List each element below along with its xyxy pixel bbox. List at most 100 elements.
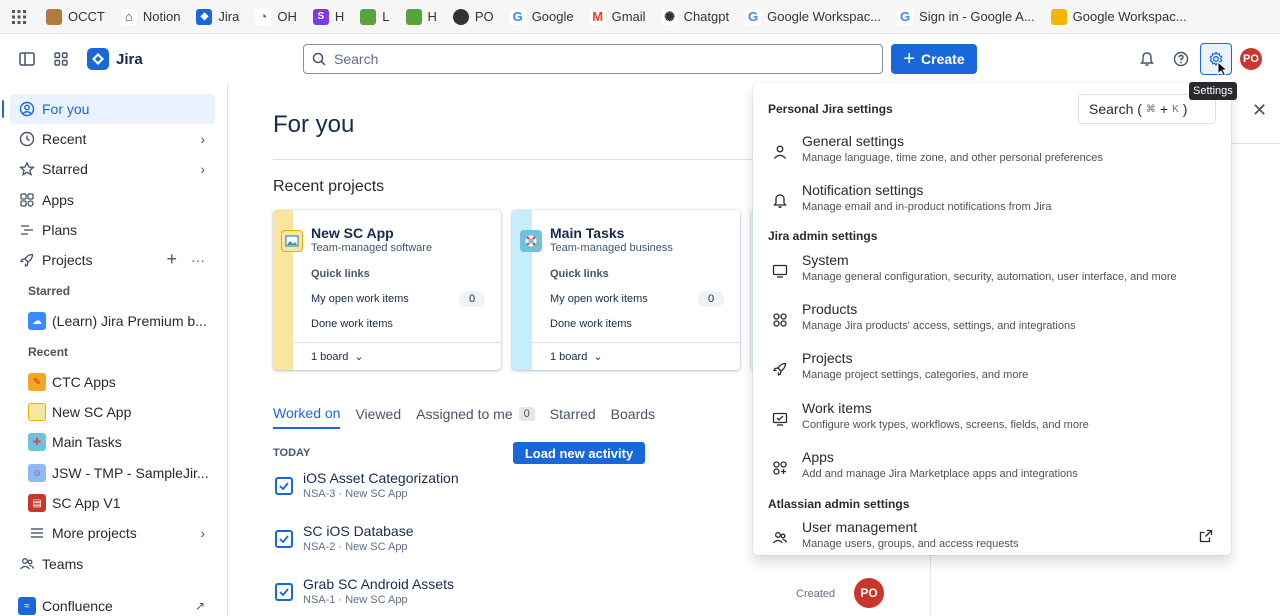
work-item-row[interactable]: Grab SC Android Assets NSA-1 · New SC Ap…: [273, 576, 923, 616]
help-button[interactable]: [1165, 43, 1197, 75]
menu-item-system[interactable]: System Manage general configuration, sec…: [753, 252, 1231, 300]
menu-item-notification-settings[interactable]: Notification settings Manage email and i…: [753, 182, 1231, 230]
tab-starred[interactable]: Starred: [550, 405, 596, 429]
apps-icon: [771, 459, 789, 477]
menu-item-products[interactable]: Products Manage Jira products' access, s…: [753, 301, 1231, 349]
done-work-items-link[interactable]: Done work items: [550, 318, 632, 330]
sidebar-item-for-you[interactable]: For you: [2, 94, 215, 124]
menu-item-title: User management: [802, 519, 918, 535]
sidebar-item-teams[interactable]: Teams: [10, 549, 215, 579]
bookmark-po[interactable]: PO: [452, 8, 494, 25]
menu-item-description: Configure work types, workflows, screens…: [802, 419, 1089, 431]
shopify-icon: [360, 8, 377, 25]
menu-item-description: Add and manage Jira Marketplace apps and…: [802, 468, 1078, 480]
sidebar-item-plans[interactable]: Plans: [10, 215, 215, 245]
sidebar-item-main-tasks[interactable]: ✚ Main Tasks: [20, 427, 215, 457]
google-icon: G: [897, 8, 914, 25]
person-icon: [771, 143, 789, 161]
done-work-items-link[interactable]: Done work items: [311, 318, 393, 330]
gmail-icon: M: [589, 8, 606, 25]
close-icon[interactable]: ✕: [1252, 100, 1267, 121]
apps-grid-icon[interactable]: [10, 8, 28, 26]
my-open-work-items-link[interactable]: My open work items: [550, 293, 648, 305]
sidebar-item-jsw-tmp[interactable]: ☺ JSW - TMP - SampleJir...: [20, 458, 215, 488]
products-icon: [771, 311, 789, 329]
bookmark-l[interactable]: L: [360, 8, 390, 25]
menu-item-description: Manage project settings, categories, and…: [802, 369, 1029, 381]
menu-item-title: System: [802, 252, 849, 268]
menu-item-general-settings[interactable]: General settings Manage language, time z…: [753, 133, 1231, 181]
bookmark-h2[interactable]: H: [405, 8, 437, 25]
work-item-title[interactable]: Grab SC Android Assets: [303, 576, 454, 592]
bookmark-notion[interactable]: ⌂ Notion: [120, 8, 180, 25]
bookmark-occt[interactable]: OCCT: [46, 8, 105, 25]
menu-item-apps[interactable]: Apps Add and manage Jira Marketplace app…: [753, 449, 1231, 497]
home-icon: ⌂: [120, 8, 137, 25]
load-new-activity-button[interactable]: Load new activity: [513, 442, 645, 464]
board-dropdown[interactable]: 1 board ⌄: [293, 342, 501, 370]
sidebar-item-projects[interactable]: Projects + ···: [10, 245, 215, 275]
atlassian-admin-settings-header: Atlassian admin settings: [768, 497, 910, 511]
tab-boards[interactable]: Boards: [611, 405, 655, 429]
search-input[interactable]: Search: [303, 44, 883, 74]
sidebar-toggle-icon[interactable]: [11, 43, 43, 75]
menu-item-title: Projects: [802, 350, 853, 366]
clock-icon: [18, 130, 36, 148]
app-name: Jira: [116, 50, 143, 68]
slides-icon: [1050, 8, 1067, 25]
work-item-title[interactable]: iOS Asset Categorization: [303, 470, 459, 486]
star-icon: [18, 160, 36, 178]
bookmark-gmail[interactable]: M Gmail: [589, 8, 646, 25]
project-card[interactable]: Main Tasks Team-managed business Quick l…: [512, 210, 740, 370]
chevron-right-icon: ›: [200, 525, 205, 541]
tab-assigned-to-me[interactable]: Assigned to me 0: [416, 405, 535, 429]
board-dropdown[interactable]: 1 board ⌄: [532, 342, 740, 370]
sidebar-item-more-projects[interactable]: More projects ›: [20, 518, 215, 548]
menu-item-title: General settings: [802, 133, 904, 149]
jira-logo[interactable]: Jira: [87, 48, 143, 70]
tab-worked-on[interactable]: Worked on: [273, 405, 341, 429]
bookmark-sign-in[interactable]: G Sign in - Google A...: [897, 8, 1035, 25]
menu-item-projects[interactable]: Projects Manage project settings, catego…: [753, 350, 1231, 398]
more-options-icon[interactable]: ···: [191, 252, 205, 268]
project-name[interactable]: Main Tasks: [550, 225, 624, 241]
bell-icon: [771, 192, 789, 210]
my-open-work-items-link[interactable]: My open work items: [311, 293, 409, 305]
bookmark-chatgpt[interactable]: ✺ Chatgpt: [661, 8, 729, 25]
bookmark-google-workspace-1[interactable]: G Google Workspac...: [745, 8, 881, 25]
sidebar-item-new-sc-app[interactable]: New SC App: [20, 397, 215, 427]
cursor-icon: [1217, 60, 1229, 80]
sidebar-item-apps[interactable]: Apps: [10, 185, 215, 215]
sidebar-item-sc-app-v1[interactable]: ▤ SC App V1: [20, 488, 215, 518]
bookmark-google[interactable]: G Google: [509, 8, 574, 25]
menu-item-work-items[interactable]: Work items Configure work types, workflo…: [753, 400, 1231, 448]
bookmark-h1[interactable]: SH: [312, 8, 344, 25]
settings-menu: Personal Jira settings Search ( ⌘ + K ) …: [753, 83, 1231, 555]
work-item-title[interactable]: SC iOS Database: [303, 523, 414, 539]
sidebar-item-recent[interactable]: Recent ›: [10, 124, 215, 154]
add-project-icon[interactable]: +: [166, 250, 177, 268]
sidebar-item-ctc-apps[interactable]: ✎ CTC Apps: [20, 367, 215, 397]
create-button[interactable]: + Create: [891, 44, 977, 74]
user-avatar[interactable]: PO: [1240, 48, 1262, 70]
project-card[interactable]: New SC App Team-managed software Quick l…: [273, 210, 501, 370]
sidebar-item-starred[interactable]: Starred ›: [10, 154, 215, 184]
menu-item-user-management[interactable]: User management Manage users, groups, an…: [753, 519, 1231, 567]
apps-icon: [18, 191, 36, 209]
app-switcher-icon[interactable]: [45, 43, 77, 75]
sidebar-item-confluence[interactable]: ≈ Confluence ↗: [10, 591, 215, 616]
project-name[interactable]: New SC App: [311, 225, 394, 241]
bookmark-google-workspace-2[interactable]: Google Workspac...: [1050, 8, 1187, 25]
sidebar-item-starred-project[interactable]: ☁ (Learn) Jira Premium b...: [20, 306, 215, 336]
globe-icon: [452, 8, 469, 25]
menu-item-title: Work items: [802, 400, 872, 416]
menu-item-title: Apps: [802, 449, 834, 465]
sidebar: For you Recent › Starred › Apps Plans Pr…: [0, 83, 228, 616]
tab-viewed[interactable]: Viewed: [355, 405, 401, 429]
bookmark-jira[interactable]: ◆ Jira: [196, 8, 239, 25]
user-avatar[interactable]: PO: [854, 578, 884, 608]
sidebar-recent-header: Recent: [28, 345, 69, 359]
menu-item-title: Notification settings: [802, 182, 924, 198]
notifications-button[interactable]: [1131, 43, 1163, 75]
bookmark-oh[interactable]: ◔ OH: [255, 8, 297, 25]
